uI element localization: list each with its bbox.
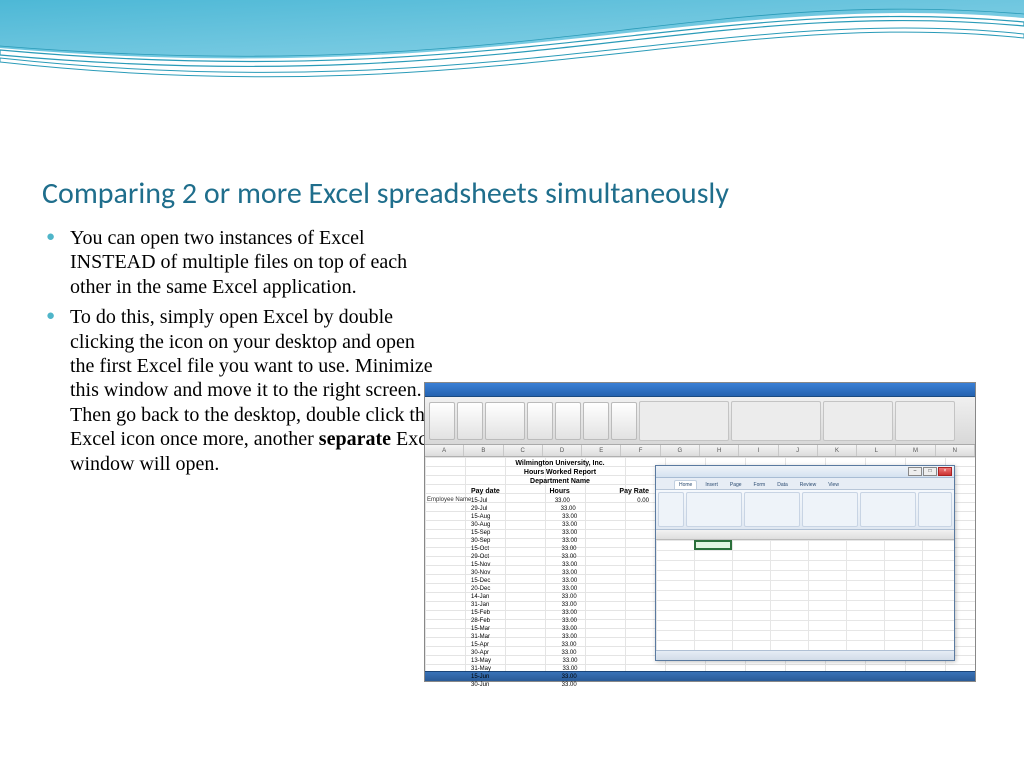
report-row: 20-Dec33.00	[465, 585, 655, 593]
ribbon-tab: Review	[796, 481, 820, 489]
report-row: 15-Sep33.00	[465, 529, 655, 537]
ribbon-icon	[457, 402, 483, 440]
report-row: 15-Dec33.00	[465, 577, 655, 585]
outer-window-titlebar	[425, 383, 975, 397]
outer-column-headers: ABCD EFGH IJKL MN	[425, 445, 975, 457]
inner-ribbon	[656, 490, 954, 530]
report-row: 31-Mar33.00	[465, 633, 655, 641]
ribbon-tab: Home	[674, 480, 697, 489]
ribbon-icon	[485, 402, 525, 440]
bullet-2: To do this, simply open Excel by double …	[42, 305, 442, 476]
ribbon-tab: Form	[750, 481, 770, 489]
inner-titlebar: – □ ×	[656, 466, 954, 478]
report-row: 30-Jun33.00	[465, 681, 655, 689]
bullet-1: You can open two instances of Excel INST…	[42, 226, 442, 299]
ribbon-icon	[611, 402, 637, 440]
outer-worksheet: Employee Name Wilmington University, Inc…	[425, 457, 975, 671]
excel-screenshot: ABCD EFGH IJKL MN Employee Name Wilmingt…	[424, 382, 976, 682]
ribbon-group	[895, 401, 955, 441]
report-row: 15-Apr33.00	[465, 641, 655, 649]
selected-cell	[694, 540, 732, 550]
ribbon-tab: Insert	[701, 481, 722, 489]
report-block: Wilmington University, Inc. Hours Worked…	[465, 459, 655, 689]
report-row: 29-Jul33.00	[465, 505, 655, 513]
ribbon-icon	[429, 402, 455, 440]
outer-ribbon	[425, 397, 975, 445]
report-row: 30-Nov33.00	[465, 569, 655, 577]
ribbon-icon	[583, 402, 609, 440]
report-row: 15-Jul33.000.00	[465, 497, 655, 505]
minimize-icon: –	[908, 467, 922, 476]
report-row: 13-May33.00	[465, 657, 655, 665]
report-row: 31-May33.00	[465, 665, 655, 673]
report-row: 30-Sep33.00	[465, 537, 655, 545]
ribbon-group	[731, 401, 821, 441]
report-row: 31-Jan33.00	[465, 601, 655, 609]
report-row: 30-Aug33.00	[465, 521, 655, 529]
report-row: 15-Mar33.00	[465, 625, 655, 633]
inner-excel-window: – □ × Home Insert Page FormData Review View	[655, 465, 955, 661]
inner-column-headers	[656, 530, 954, 540]
inner-statusbar	[656, 650, 954, 660]
ribbon-tab: Page	[726, 481, 746, 489]
ribbon-tab: Data	[773, 481, 792, 489]
inner-ribbon-tabs: Home Insert Page FormData Review View	[656, 478, 954, 490]
ribbon-group	[639, 401, 729, 441]
report-row: 28-Feb33.00	[465, 617, 655, 625]
report-row: 15-Jun33.00	[465, 673, 655, 681]
inner-worksheet	[656, 540, 954, 650]
close-icon: ×	[938, 467, 952, 476]
ribbon-group	[823, 401, 893, 441]
ribbon-tab: View	[824, 481, 843, 489]
ribbon-icon	[527, 402, 553, 440]
ribbon-icon	[555, 402, 581, 440]
report-row: 15-Feb33.00	[465, 609, 655, 617]
slide-title: Comparing 2 or more Excel spreadsheets s…	[42, 175, 729, 212]
maximize-icon: □	[923, 467, 937, 476]
header-swoosh	[0, 0, 1024, 160]
report-row: 15-Aug33.00	[465, 513, 655, 521]
report-row: 30-Apr33.00	[465, 649, 655, 657]
report-row: 14-Jan33.00	[465, 593, 655, 601]
report-row: 15-Oct33.00	[465, 545, 655, 553]
bullet-content: You can open two instances of Excel INST…	[42, 226, 442, 482]
report-row: 15-Nov33.00	[465, 561, 655, 569]
report-row: 29-Oct33.00	[465, 553, 655, 561]
